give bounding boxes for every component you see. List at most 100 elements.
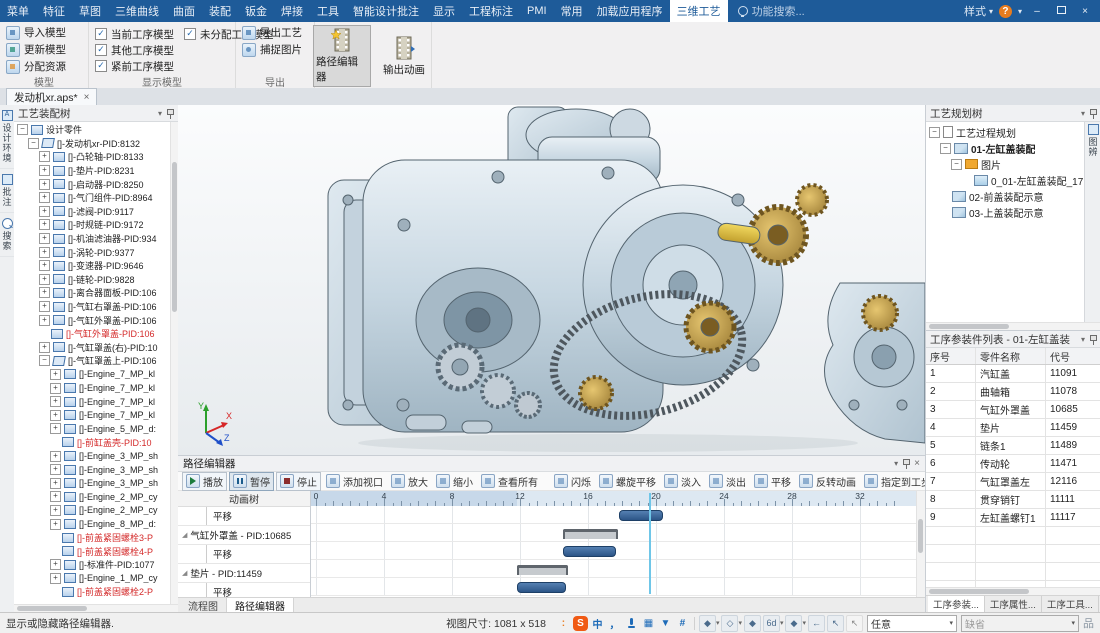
- pin-icon[interactable]: [1089, 334, 1097, 345]
- expander-icon[interactable]: +: [50, 383, 61, 394]
- tree-item[interactable]: +[]-链轮-PID:9828: [14, 273, 178, 287]
- tree-item[interactable]: +[]-Engine_3_MP_sh: [14, 449, 178, 463]
- tree-item[interactable]: +[]-滤阀-PID:9117: [14, 205, 178, 219]
- tree-item[interactable]: +[]-Engine_7_MP_kl: [14, 408, 178, 422]
- animation-group-span[interactable]: [563, 529, 618, 539]
- view-undo-icon[interactable]: ←: [808, 615, 825, 632]
- orientation-cube-icon-caret[interactable]: ▾: [738, 619, 742, 627]
- tree-item[interactable]: −设计零件: [14, 123, 178, 137]
- expander-icon[interactable]: +: [50, 423, 61, 434]
- menu-tab[interactable]: 装配: [202, 0, 238, 22]
- tree-item[interactable]: −[]-气缸罩盖上-PID:106: [14, 354, 178, 368]
- allocate-resource-button[interactable]: 分配资源: [6, 59, 66, 74]
- voice-input-icon[interactable]: [624, 616, 639, 631]
- expander-icon[interactable]: +: [50, 369, 61, 380]
- tree-item[interactable]: +[]-时规链-PID:9172: [14, 218, 178, 232]
- ime-handle-icon[interactable]: :: [556, 616, 571, 631]
- expander-icon[interactable]: +: [50, 559, 61, 570]
- table-row[interactable]: 8贯穿销钉11111: [926, 491, 1100, 509]
- panel-close-icon[interactable]: ×: [914, 458, 920, 469]
- tree-item[interactable]: +[]-气缸外罩盖-PID:106: [14, 313, 178, 327]
- expander-icon[interactable]: +: [39, 165, 50, 176]
- expander-icon[interactable]: +: [50, 573, 61, 584]
- help-chevron-icon[interactable]: ▾: [1018, 7, 1022, 16]
- add-viewport-button[interactable]: 添加视口: [323, 473, 386, 490]
- tab-close-icon[interactable]: ×: [84, 92, 90, 103]
- tree-item[interactable]: []-前盖紧固螺栓3-P: [14, 531, 178, 545]
- animation-group-row[interactable]: ◢垫片 - PID:11459: [178, 564, 310, 583]
- animation-step-row[interactable]: 平移: [178, 545, 310, 564]
- collapsed-panel-tab[interactable]: 图辨: [1087, 137, 1100, 157]
- menu-tab[interactable]: 草图: [72, 0, 108, 22]
- tree-item[interactable]: +[]-气缸罩盖(右)-PID:10: [14, 341, 178, 355]
- selection-filter-combo[interactable]: 任意▾: [867, 615, 957, 632]
- table-row[interactable]: [926, 563, 1100, 581]
- expander-icon[interactable]: +: [50, 519, 61, 530]
- section-view-icon[interactable]: ◆: [744, 615, 761, 632]
- collapse-triangle-icon[interactable]: ◢: [182, 569, 187, 577]
- expander-icon[interactable]: +: [39, 219, 50, 230]
- menu-tab[interactable]: 钣金: [238, 0, 274, 22]
- chevron-down-icon[interactable]: ▾: [894, 459, 898, 468]
- tree-item[interactable]: +[]-Engine_2_MP_cy: [14, 490, 178, 504]
- expander-icon[interactable]: +: [39, 247, 50, 258]
- tree-item[interactable]: +[]-机油滤油器-PID:934: [14, 232, 178, 246]
- perspective-view-icon-caret[interactable]: ▾: [780, 619, 784, 627]
- update-model-button[interactable]: 更新模型: [6, 42, 66, 57]
- tree-item[interactable]: +[]-Engine_5_MP_d:: [14, 422, 178, 436]
- expander-icon[interactable]: +: [50, 505, 61, 516]
- function-search[interactable]: 功能搜索...: [728, 0, 815, 22]
- view-all-button[interactable]: 查看所有: [478, 473, 541, 490]
- input-toolbox-icon[interactable]: #: [675, 616, 690, 631]
- play-button[interactable]: 播放: [182, 472, 227, 491]
- display-model-checkbox[interactable]: ✓当前工序模型: [95, 27, 174, 42]
- flash-button[interactable]: 闪烁: [551, 473, 594, 490]
- pick-cursor-icon[interactable]: ↖: [846, 615, 863, 632]
- menu-tab[interactable]: 曲面: [166, 0, 202, 22]
- input-skin-icon[interactable]: ▼: [658, 616, 673, 631]
- timeline-area[interactable]: 048121620242832: [311, 491, 925, 597]
- tree-item[interactable]: 0_01-左缸盖装配_17.93: [926, 172, 1084, 188]
- expander-icon[interactable]: −: [17, 124, 28, 135]
- animation-bar[interactable]: [619, 510, 664, 521]
- tree-item[interactable]: +[]-气缸右罩盖-PID:106: [14, 300, 178, 314]
- table-row[interactable]: 5链条111489: [926, 437, 1100, 455]
- tree-item[interactable]: +[]-启动器-PID:8250: [14, 177, 178, 191]
- expander-icon[interactable]: −: [940, 143, 951, 154]
- pause-button[interactable]: 暂停: [229, 472, 274, 491]
- table-row[interactable]: 3气缸外罩盖10685: [926, 401, 1100, 419]
- menu-tab[interactable]: 三维曲线: [108, 0, 166, 22]
- display-model-checkbox[interactable]: ✓其他工序模型: [95, 43, 174, 58]
- viewport-3d[interactable]: Y X Z: [178, 105, 925, 455]
- horizontal-scrollbar[interactable]: [14, 604, 178, 612]
- menu-tab[interactable]: 三维工艺: [670, 0, 728, 22]
- table-row[interactable]: [926, 545, 1100, 563]
- style-menu[interactable]: 样式 ▾: [964, 3, 993, 19]
- pan-button[interactable]: 平移: [751, 473, 794, 490]
- table-row[interactable]: 2曲轴箱11078: [926, 383, 1100, 401]
- animation-bar[interactable]: [563, 546, 616, 557]
- perspective-view-icon[interactable]: 6d: [763, 615, 780, 632]
- pin-icon[interactable]: [1089, 108, 1097, 119]
- animation-group-span[interactable]: [517, 565, 569, 575]
- expander-icon[interactable]: −: [39, 355, 50, 366]
- expander-icon[interactable]: +: [50, 491, 61, 502]
- close-button[interactable]: ×: [1076, 6, 1094, 17]
- fade-in-button[interactable]: 淡入: [661, 473, 704, 490]
- pin-icon[interactable]: [166, 108, 174, 119]
- menu-tab[interactable]: 常用: [554, 0, 590, 22]
- expander-icon[interactable]: +: [39, 260, 50, 271]
- assign-to-step-button[interactable]: 指定到工步: [861, 473, 934, 490]
- pin-icon[interactable]: [902, 458, 910, 469]
- menu-tab[interactable]: 工具: [310, 0, 346, 22]
- table-row[interactable]: 4垫片11459: [926, 419, 1100, 437]
- chevron-down-icon[interactable]: ▾: [158, 109, 162, 118]
- import-model-button[interactable]: 导入模型: [6, 25, 66, 40]
- tree-item[interactable]: +[]-离合器面板-PID:106: [14, 286, 178, 300]
- expander-icon[interactable]: +: [39, 206, 50, 217]
- default-config-combo[interactable]: 缺省▾: [961, 615, 1079, 632]
- sogou-input-logo[interactable]: S: [573, 616, 588, 631]
- orientation-cube-icon[interactable]: ◇: [721, 615, 738, 632]
- tree-item[interactable]: []-前盖紧固螺栓4-P: [14, 544, 178, 558]
- tree-item[interactable]: +[]-Engine_7_MP_kl: [14, 395, 178, 409]
